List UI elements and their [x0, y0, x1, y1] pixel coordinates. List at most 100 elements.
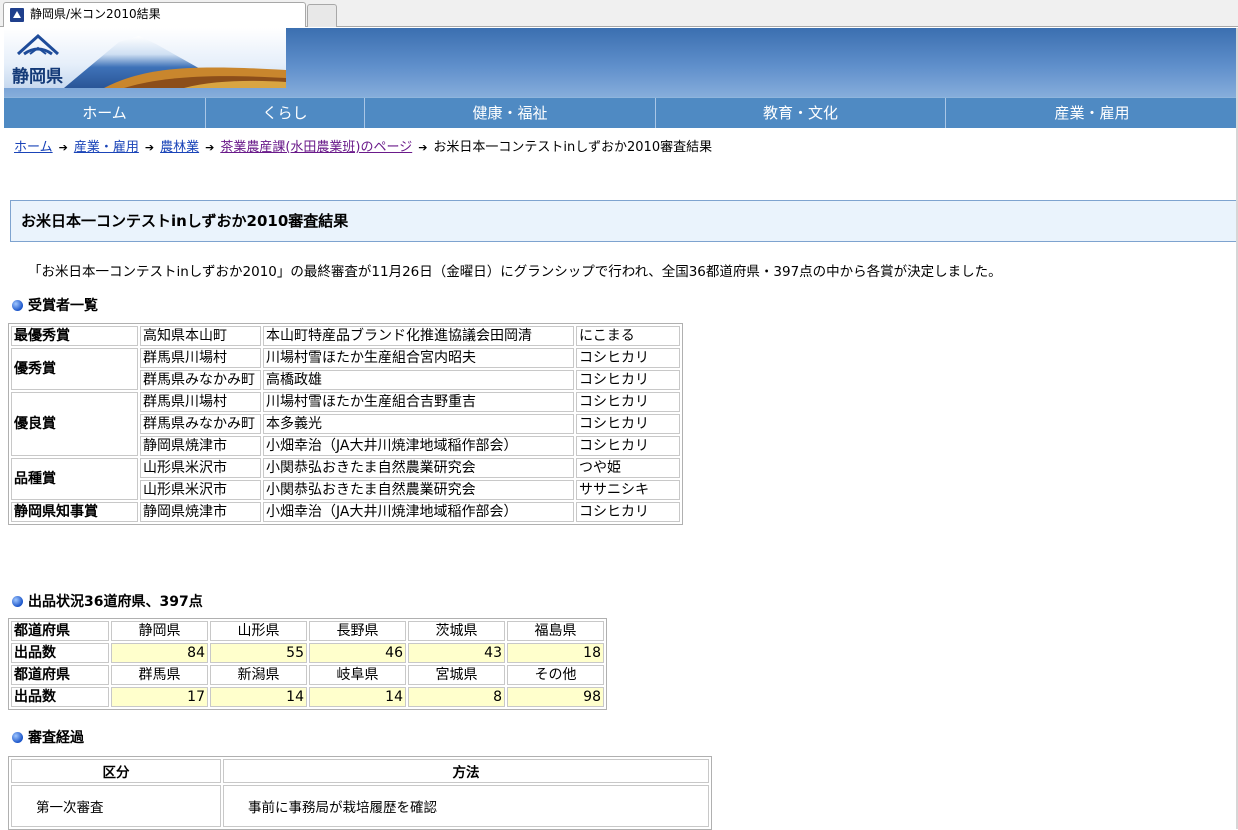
award-winner: 小関恭弘おきたま自然農業研究会 [263, 480, 574, 500]
browser-tab-strip: 静岡県/米コン2010結果 [0, 0, 1238, 27]
breadcrumb-arrow-icon: ➔ [205, 141, 215, 154]
award-variety: コシヒカリ [576, 348, 680, 368]
entries-count: 14 [210, 687, 307, 707]
award-name: 最優秀賞 [11, 326, 138, 346]
award-variety: コシヒカリ [576, 436, 680, 456]
mount-fuji-illustration [64, 36, 286, 88]
table-row: 静岡県知事賞 静岡県焼津市 小畑幸治（JA大井川焼津地域稲作部会） コシヒカリ [11, 502, 680, 522]
entries-count: 84 [111, 643, 208, 663]
award-pref: 群馬県川場村 [140, 348, 261, 368]
award-variety: コシヒカリ [576, 370, 680, 390]
page: 静岡県 ホーム くらし 健康・福祉 教育・文化 産業・雇用 ホーム ➔ 産業・雇… [4, 28, 1238, 830]
new-tab-button[interactable] [307, 4, 337, 27]
site-logo-text: 静岡県 [12, 67, 63, 87]
global-nav: ホーム くらし 健康・福祉 教育・文化 産業・雇用 [4, 97, 1238, 128]
entries-count: 46 [309, 643, 406, 663]
award-winner: 川場村雪ほたか生産組合吉野重吉 [263, 392, 574, 412]
breadcrumb-arrow-icon: ➔ [418, 141, 428, 154]
entries-pref: 長野県 [309, 621, 406, 641]
process-col-category: 区分 [11, 759, 221, 783]
entries-count-label: 出品数 [11, 687, 109, 707]
nav-living[interactable]: くらし [206, 98, 365, 128]
nav-health-welfare[interactable]: 健康・福祉 [365, 98, 656, 128]
award-variety: つや姫 [576, 458, 680, 478]
breadcrumb-link-home[interactable]: ホーム [14, 140, 53, 155]
section-heading-awards: 受賞者一覧 [12, 295, 98, 315]
table-row: 都道府県 群馬県 新潟県 岐阜県 宮城県 その他 [11, 665, 604, 685]
award-name: 優良賞 [11, 392, 138, 456]
entries-count: 43 [408, 643, 505, 663]
awards-table: 最優秀賞 高知県本山町 本山町特産品ブランド化推進協議会田岡清 にこまる 優秀賞… [8, 323, 683, 525]
award-name: 静岡県知事賞 [11, 502, 138, 522]
breadcrumb-arrow-icon: ➔ [58, 141, 68, 154]
process-table: 区分 方法 第一次審査 事前に事務局が栽培履歴を確認 [8, 756, 712, 830]
breadcrumb-link-agriculture[interactable]: 農林業 [160, 140, 199, 155]
bullet-icon [12, 732, 23, 743]
table-row: 区分 方法 [11, 759, 709, 783]
browser-tab-title: 静岡県/米コン2010結果 [30, 7, 161, 21]
section-heading-entries: 出品状況36道府県、397点 [12, 591, 203, 611]
award-name: 品種賞 [11, 458, 138, 500]
award-variety: コシヒカリ [576, 414, 680, 434]
entries-pref: 茨城県 [408, 621, 505, 641]
award-variety: コシヒカリ [576, 392, 680, 412]
table-row: 出品数 84 55 46 43 18 [11, 643, 604, 663]
breadcrumb-current: お米日本一コンテストinしずおか2010審査結果 [433, 140, 713, 155]
shizuoka-favicon-icon [10, 8, 24, 22]
table-row: 最優秀賞 高知県本山町 本山町特産品ブランド化推進協議会田岡清 にこまる [11, 326, 680, 346]
award-pref: 山形県米沢市 [140, 458, 261, 478]
entries-pref: 宮城県 [408, 665, 505, 685]
entries-count: 8 [408, 687, 505, 707]
entries-count-label: 出品数 [11, 643, 109, 663]
award-pref: 静岡県焼津市 [140, 502, 261, 522]
award-variety: ササニシキ [576, 480, 680, 500]
table-row: 品種賞 山形県米沢市 小関恭弘おきたま自然農業研究会 つや姫 [11, 458, 680, 500]
award-winner: 本多義光 [263, 414, 574, 434]
nav-home[interactable]: ホーム [4, 98, 206, 128]
entries-pref: 静岡県 [111, 621, 208, 641]
breadcrumb: ホーム ➔ 産業・雇用 ➔ 農林業 ➔ 茶業農産課(水田農業班)のページ ➔ お米日本一コンテス… [14, 136, 712, 155]
entries-count: 14 [309, 687, 406, 707]
entries-pref: 岐阜県 [309, 665, 406, 685]
table-row: 出品数 17 14 14 8 98 [11, 687, 604, 707]
browser-tab-active[interactable]: 静岡県/米コン2010結果 [3, 2, 306, 27]
breadcrumb-link-industry[interactable]: 産業・雇用 [74, 140, 139, 155]
award-pref: 群馬県川場村 [140, 392, 261, 412]
award-winner: 高橋政雄 [263, 370, 574, 390]
section-heading-process: 審査経過 [12, 727, 84, 747]
award-winner: 本山町特産品ブランド化推進協議会田岡清 [263, 326, 574, 346]
entries-count: 17 [111, 687, 208, 707]
entries-count: 98 [507, 687, 604, 707]
award-pref: 群馬県みなかみ町 [140, 370, 261, 390]
prefecture-emblem-icon [16, 33, 60, 56]
entries-pref: 群馬県 [111, 665, 208, 685]
award-pref: 山形県米沢市 [140, 480, 261, 500]
breadcrumb-arrow-icon: ➔ [144, 141, 155, 154]
table-row: 優秀賞 群馬県川場村 川場村雪ほたか生産組合宮内昭夫 コシヒカリ [11, 348, 680, 390]
award-winner: 川場村雪ほたか生産組合宮内昭夫 [263, 348, 574, 368]
award-winner: 小畑幸治（JA大井川焼津地域稲作部会） [263, 502, 574, 522]
lead-paragraph: 「お米日本一コンテストinしずおか2010」の最終審査が11月26日（金曜日）に… [28, 264, 1002, 280]
nav-industry-employment[interactable]: 産業・雇用 [946, 98, 1238, 128]
entries-count: 55 [210, 643, 307, 663]
section-heading-text: 受賞者一覧 [28, 298, 98, 314]
bullet-icon [12, 596, 23, 607]
page-title: お米日本一コンテストinしずおか2010審査結果 [10, 200, 1238, 242]
nav-education-culture[interactable]: 教育・文化 [656, 98, 946, 128]
process-col-method: 方法 [223, 759, 709, 783]
process-method: 事前に事務局が栽培履歴を確認 [223, 785, 709, 827]
section-heading-text: 出品状況36道府県、397点 [28, 594, 203, 610]
entries-pref: 山形県 [210, 621, 307, 641]
award-variety: にこまる [576, 326, 680, 346]
entries-pref: その他 [507, 665, 604, 685]
process-category: 第一次審査 [11, 785, 221, 827]
award-pref: 高知県本山町 [140, 326, 261, 346]
breadcrumb-link-section[interactable]: 茶業農産課(水田農業班)のページ [220, 140, 412, 155]
entries-pref-label: 都道府県 [11, 621, 109, 641]
site-logo[interactable]: 静岡県 [4, 28, 286, 88]
section-heading-text: 審査経過 [28, 730, 84, 746]
table-row: 第一次審査 事前に事務局が栽培履歴を確認 [11, 785, 709, 827]
entries-pref: 福島県 [507, 621, 604, 641]
award-pref: 群馬県みなかみ町 [140, 414, 261, 434]
entries-pref-label: 都道府県 [11, 665, 109, 685]
